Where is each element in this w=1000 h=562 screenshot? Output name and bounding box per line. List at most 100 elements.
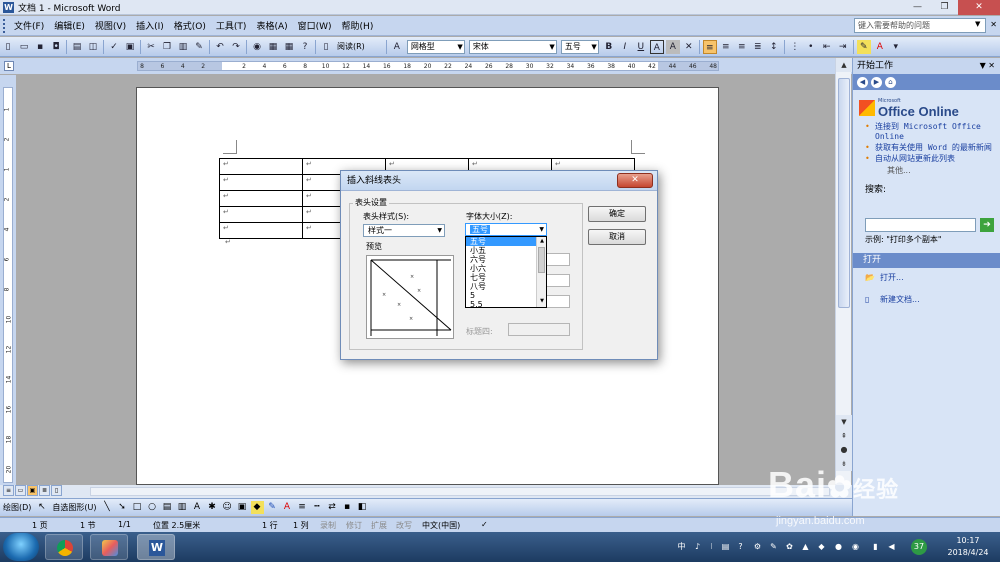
bullets-icon[interactable]: • — [804, 40, 818, 54]
select-objects-icon[interactable]: ↖ — [35, 501, 48, 514]
draw-menu[interactable]: 绘图(D) — [0, 502, 34, 513]
dialog-close-button[interactable]: ✕ — [617, 173, 653, 188]
diagram-icon[interactable]: ✱ — [206, 501, 219, 514]
chrome-taskbar-button[interactable] — [45, 534, 83, 560]
chevron-down-icon[interactable]: ▼ — [975, 20, 980, 28]
align-center-icon[interactable]: ≡ — [719, 40, 733, 54]
menu-edit[interactable]: 编辑(E) — [49, 19, 90, 32]
font-size-dropdown-list[interactable]: 五号 小五 六号 小六 七号 八号 5 5.5 ▲ ▼ — [465, 236, 547, 309]
menu-file[interactable]: 文件(F) — [9, 19, 49, 32]
paint-taskbar-button[interactable] — [90, 534, 128, 560]
help-question-input[interactable]: 键入需要帮助的问题 — [854, 18, 986, 33]
tables-borders-icon[interactable]: ▦ — [266, 40, 280, 54]
header-style-select[interactable]: 样式一 ▼ — [363, 224, 445, 237]
textbox-icon[interactable]: ▤ — [161, 501, 174, 514]
table-cell[interactable]: ↵ — [219, 206, 303, 223]
ime-punct-icon[interactable]: ⁝ — [706, 541, 717, 552]
print-preview-icon[interactable]: ◫ — [86, 40, 100, 54]
vertical-ruler-strip[interactable]: 1 2 1 2 4 6 8 10 12 14 16 18 20 — [3, 87, 13, 483]
char-shading-button[interactable]: A — [665, 39, 680, 54]
dash-style-icon[interactable]: ┅ — [311, 501, 324, 514]
clipart-icon[interactable]: ☺ — [221, 501, 234, 514]
font-size-option[interactable]: 5 — [466, 291, 536, 300]
table-cell[interactable]: ↵ — [219, 174, 303, 191]
network-icon[interactable]: ▮ — [870, 541, 881, 552]
search-go-button[interactable]: ➔ — [980, 218, 994, 232]
menu-view[interactable]: 视图(V) — [90, 19, 131, 32]
tray-icon-2[interactable]: ✿ — [784, 541, 795, 552]
justify-icon[interactable]: ≣ — [751, 40, 765, 54]
font-size-option[interactable]: 小六 — [466, 264, 536, 273]
normal-view-icon[interactable]: ≡ — [3, 485, 14, 496]
help-icon[interactable]: ? — [298, 40, 312, 54]
open-action[interactable]: 📂 打开... — [865, 272, 904, 283]
undo-icon[interactable]: ↶ — [213, 40, 227, 54]
reading-view-icon[interactable]: ▯ — [51, 485, 62, 496]
toolbar-options-icon[interactable]: ▾ — [889, 40, 903, 54]
menu-window[interactable]: 窗口(W) — [293, 19, 337, 32]
redo-icon[interactable]: ↷ — [229, 40, 243, 54]
keyboard-icon[interactable]: ▤ — [720, 541, 731, 552]
connect-office-online-link[interactable]: 连接到 Microsoft Office Online — [865, 122, 1000, 142]
back-icon[interactable]: ◀ — [857, 76, 868, 88]
line-style-icon[interactable]: ≡ — [296, 501, 309, 514]
insert-table-icon[interactable]: ▦ — [282, 40, 296, 54]
styles-icon[interactable]: A — [390, 40, 404, 54]
copy-icon[interactable]: ❐ — [160, 40, 174, 54]
more-link[interactable]: 其他... — [865, 165, 1000, 176]
vertical-textbox-icon[interactable]: ▥ — [176, 501, 189, 514]
shadow-icon[interactable]: ▪ — [341, 501, 354, 514]
maximize-button[interactable]: ❐ — [931, 0, 958, 15]
wordart-icon[interactable]: A — [191, 501, 204, 514]
horizontal-scrollbar[interactable] — [90, 487, 830, 496]
font-size-select[interactable]: 五号 ▼ — [465, 223, 547, 236]
spelling-icon[interactable]: ✓ — [107, 40, 121, 54]
format-painter-icon[interactable]: ✎ — [192, 40, 206, 54]
line-tool-icon[interactable]: ╲ — [101, 501, 114, 514]
vertical-scrollbar[interactable]: ▲ ▼ ⇞ ● ⇟ — [835, 58, 852, 485]
status-overtype[interactable]: 改写 — [396, 520, 412, 531]
decrease-indent-icon[interactable]: ⇤ — [820, 40, 834, 54]
status-record[interactable]: 录制 — [320, 520, 336, 531]
3d-icon[interactable]: ◧ — [356, 501, 369, 514]
menu-help[interactable]: 帮助(H) — [337, 19, 379, 32]
picture-icon[interactable]: ▣ — [236, 501, 249, 514]
task-pane-controls[interactable]: ▼ ✕ — [980, 58, 995, 74]
document-close-button[interactable]: ✕ — [990, 20, 997, 29]
oval-tool-icon[interactable]: ○ — [146, 501, 159, 514]
char-border-button[interactable]: A — [649, 39, 664, 54]
research-icon[interactable]: ▣ — [123, 40, 137, 54]
table-cell[interactable]: ↵ — [219, 222, 303, 239]
font-size-option[interactable]: 六号 — [466, 255, 536, 264]
font-size-option[interactable]: 七号 — [466, 273, 536, 282]
arrow-style-icon[interactable]: ⇄ — [326, 501, 339, 514]
cancel-button[interactable]: 取消 — [588, 229, 646, 245]
previous-page-button[interactable]: ⇞ — [836, 429, 852, 443]
reading-layout-icon[interactable]: ▯ — [319, 40, 333, 54]
italic-button[interactable]: I — [618, 40, 632, 54]
dropdown-scrollbar[interactable]: ▲ ▼ — [536, 237, 546, 307]
scroll-down-icon[interactable]: ▼ — [537, 297, 547, 306]
ime-mode-icon[interactable]: ♪ — [692, 541, 703, 552]
font-size-option[interactable]: 5.5 — [466, 300, 536, 309]
new-document-icon[interactable]: ▯ — [1, 40, 15, 54]
print-view-icon[interactable]: ▣ — [27, 485, 38, 496]
reading-button[interactable]: 阅读(R) — [334, 41, 368, 52]
table-cell[interactable]: ↵ — [219, 158, 303, 175]
menu-format[interactable]: 格式(O) — [169, 19, 211, 32]
status-extend[interactable]: 扩展 — [371, 520, 387, 531]
bold-button[interactable]: B — [602, 40, 616, 54]
table-cell[interactable]: ↵ — [219, 190, 303, 207]
status-track[interactable]: 修订 — [346, 520, 362, 531]
autoshapes-menu[interactable]: 自选图形(U) — [49, 502, 99, 513]
home-icon[interactable]: ⌂ — [885, 76, 896, 88]
tab-selector-button[interactable]: L — [4, 61, 14, 71]
badge-icon[interactable]: 37 — [911, 539, 927, 555]
arrow-tool-icon[interactable]: ➘ — [116, 501, 129, 514]
line-spacing-icon[interactable]: ↕ — [767, 40, 781, 54]
clock[interactable]: 10:17 2018/4/24 — [940, 535, 996, 559]
search-input[interactable] — [865, 218, 976, 232]
numbering-icon[interactable]: ⋮ — [788, 40, 802, 54]
forward-icon[interactable]: ▶ — [871, 76, 882, 88]
char-scale-icon[interactable]: ✕ — [682, 40, 696, 54]
